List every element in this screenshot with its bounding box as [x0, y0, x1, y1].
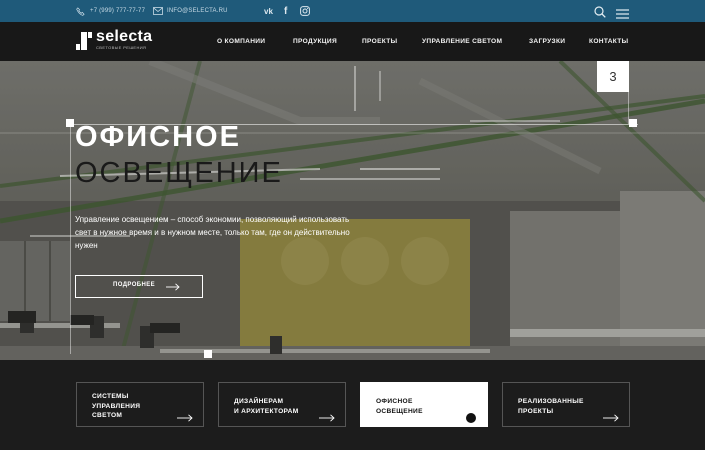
frame-corner-marker	[204, 350, 212, 358]
instagram-icon[interactable]	[300, 0, 310, 22]
mail-icon	[153, 7, 163, 15]
office-background-image	[0, 61, 705, 360]
phone-contact[interactable]: +7 (999) 777-77-77	[76, 0, 145, 22]
phone-number: +7 (999) 777-77-77	[90, 8, 146, 14]
frame-corner-marker	[66, 119, 74, 127]
card-light-control-systems[interactable]: СИСТЕМЫ УПРАВЛЕНИЯ СВЕТОМ	[76, 382, 204, 427]
hero-section	[0, 61, 705, 360]
active-dot-icon	[466, 413, 476, 423]
main-navbar: selecta СВЕТОВЫЕ РЕШЕНИЯ О КОМПАНИИ ПРОД…	[0, 22, 705, 61]
logo[interactable]: selecta СВЕТОВЫЕ РЕШЕНИЯ	[76, 28, 166, 54]
card-label: РЕАЛИЗОВАННЫЕ ПРОЕКТЫ	[518, 398, 584, 415]
slide-number: 3	[597, 61, 629, 92]
card-label: СИСТЕМЫ УПРАВЛЕНИЯ СВЕТОМ	[92, 393, 141, 419]
nav-item-light-control[interactable]: УПРАВЛЕНИЕ СВЕТОМ	[422, 22, 502, 61]
vk-icon[interactable]: vk	[264, 0, 273, 22]
more-button-label: ПОДРОБНЕЕ	[113, 282, 156, 288]
hero-frame-line	[70, 124, 71, 354]
nav-item-projects[interactable]: ПРОЕКТЫ	[362, 22, 397, 61]
search-icon[interactable]	[594, 5, 606, 23]
facebook-icon[interactable]: f	[284, 0, 287, 22]
card-label: ОФИСНОЕ ОСВЕЩЕНИЕ	[376, 398, 423, 415]
frame-corner-marker	[629, 119, 637, 127]
arrow-right-icon	[166, 283, 180, 291]
card-designers-architects[interactable]: ДИЗАЙНЕРАМ И АРХИТЕКТОРАМ	[218, 382, 346, 427]
hero-title-line2: ОСВЕЩЕНИЕ	[75, 157, 283, 189]
hero-description: Управление освещением – способ экономии,…	[75, 215, 350, 250]
more-button[interactable]: ПОДРОБНЕЕ	[75, 275, 203, 298]
email-contact[interactable]: INFO@SELECTA.RU	[153, 0, 228, 22]
nav-item-about[interactable]: О КОМПАНИИ	[217, 22, 265, 61]
hero-title-line1: ОФИСНОЕ	[75, 121, 241, 153]
nav-item-downloads[interactable]: ЗАГРУЗКИ	[529, 22, 565, 61]
card-label: ДИЗАЙНЕРАМ И АРХИТЕКТОРАМ	[234, 398, 299, 415]
arrow-right-icon	[319, 414, 335, 422]
arrow-right-icon	[603, 414, 619, 422]
top-utility-bar: +7 (999) 777-77-77 INFO@SELECTA.RU vk f	[0, 0, 705, 22]
logo-tagline: СВЕТОВЫЕ РЕШЕНИЯ	[96, 45, 147, 50]
arrow-right-icon	[177, 414, 193, 422]
nav-item-contacts[interactable]: КОНТАКТЫ	[589, 22, 628, 61]
card-office-lighting[interactable]: ОФИСНОЕ ОСВЕЩЕНИЕ	[360, 382, 488, 427]
email-address: INFO@SELECTA.RU	[167, 8, 228, 14]
logo-name: selecta	[96, 28, 153, 45]
phone-icon	[76, 6, 85, 16]
logo-mark-icon	[76, 32, 92, 50]
card-completed-projects[interactable]: РЕАЛИЗОВАННЫЕ ПРОЕКТЫ	[502, 382, 630, 427]
nav-item-products[interactable]: ПРОДУКЦИЯ	[293, 22, 337, 61]
